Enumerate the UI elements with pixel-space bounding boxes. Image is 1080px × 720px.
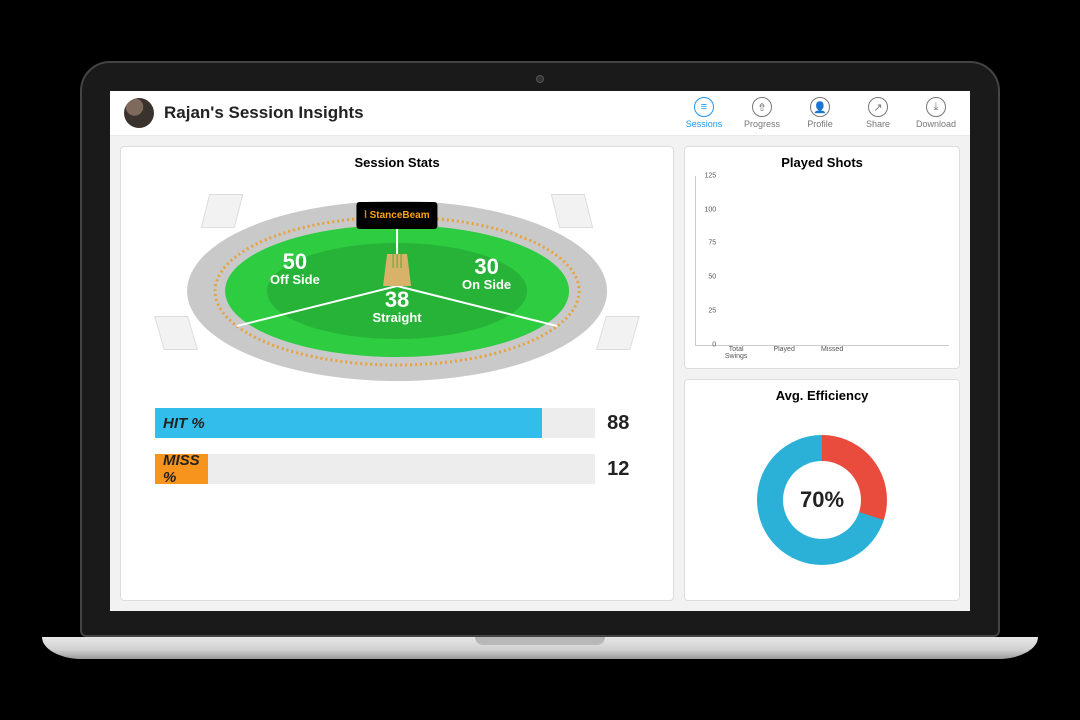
screen-bezel: Rajan's Session Insights ≡ Sessions ⇮ Pr… — [80, 61, 1000, 637]
zone-value: 30 — [462, 256, 511, 278]
share-icon: ↗ — [868, 97, 888, 117]
hit-value: 88 — [607, 412, 639, 435]
zone-onside: 30 On Side — [462, 256, 511, 291]
nav-label: Profile — [807, 119, 833, 129]
session-stats-panel: Session Stats — [120, 146, 674, 601]
nav-download[interactable]: ⤓ Download — [916, 97, 956, 129]
nav-label: Progress — [744, 119, 780, 129]
miss-bar-track: MISS % — [155, 454, 595, 484]
miss-row: MISS % 12 — [155, 454, 639, 484]
donut-wrap: 70% — [695, 409, 949, 593]
zone-label: On Side — [462, 278, 511, 291]
hit-bar-track: HIT % — [155, 408, 595, 438]
miss-label: MISS % — [155, 452, 208, 486]
progress-icon: ⇮ — [752, 97, 772, 117]
nav-sessions[interactable]: ≡ Sessions — [684, 97, 724, 129]
nav-profile[interactable]: 👤 Profile — [800, 97, 840, 129]
efficiency-title: Avg. Efficiency — [695, 388, 949, 403]
cricket-field: ⦚ StanceBeam 50 Off Side 30 On Side 38 — [135, 176, 659, 386]
stancebeam-logo: ⦚ StanceBeam — [357, 202, 438, 229]
miss-bar-fill: MISS % — [155, 454, 208, 484]
played-shots-title: Played Shots — [695, 155, 949, 170]
zone-label: Straight — [373, 311, 422, 324]
page-title: Rajan's Session Insights — [164, 103, 674, 123]
nav-share[interactable]: ↗ Share — [858, 97, 898, 129]
zone-value: 50 — [270, 251, 320, 273]
profile-icon: 👤 — [810, 97, 830, 117]
session-stats-title: Session Stats — [135, 155, 659, 170]
download-icon: ⤓ — [926, 97, 946, 117]
zone-straight: 38 Straight — [373, 289, 422, 324]
efficiency-panel: Avg. Efficiency 70% — [684, 379, 960, 602]
zone-label: Off Side — [270, 273, 320, 286]
app-screen: Rajan's Session Insights ≡ Sessions ⇮ Pr… — [110, 91, 970, 611]
hit-bar-fill: HIT % — [155, 408, 542, 438]
played-shots-panel: Played Shots 0255075100125 Total SwingsP… — [684, 146, 960, 369]
header-bar: Rajan's Session Insights ≡ Sessions ⇮ Pr… — [110, 91, 970, 136]
chart-x-labels: Total SwingsPlayedMissed — [695, 346, 949, 360]
efficiency-donut: 70% — [757, 435, 887, 565]
nav-label: Share — [866, 119, 890, 129]
nav-progress[interactable]: ⇮ Progress — [742, 97, 782, 129]
avatar[interactable] — [124, 98, 154, 128]
played-shots-chart: 0255075100125 — [695, 176, 949, 346]
efficiency-value: 70% — [783, 461, 861, 539]
nav: ≡ Sessions ⇮ Progress 👤 Profile ↗ Share — [684, 97, 956, 129]
camera-dot — [536, 75, 544, 83]
hit-label: HIT % — [155, 415, 205, 432]
content: Session Stats — [110, 136, 970, 611]
miss-value: 12 — [607, 458, 639, 481]
logo-text: StanceBeam — [370, 210, 430, 221]
side-column: Played Shots 0255075100125 Total SwingsP… — [684, 146, 960, 601]
hit-miss-bars: HIT % 88 MISS % 12 — [135, 408, 659, 500]
zone-offside: 50 Off Side — [270, 251, 320, 286]
nav-label: Sessions — [686, 119, 723, 129]
zone-value: 38 — [373, 289, 422, 311]
sessions-icon: ≡ — [694, 97, 714, 117]
nav-label: Download — [916, 119, 956, 129]
logo-icon: ⦚ — [365, 210, 367, 221]
hit-row: HIT % 88 — [155, 408, 639, 438]
laptop-mockup: Rajan's Session Insights ≡ Sessions ⇮ Pr… — [80, 61, 1000, 659]
laptop-base — [42, 637, 1038, 659]
